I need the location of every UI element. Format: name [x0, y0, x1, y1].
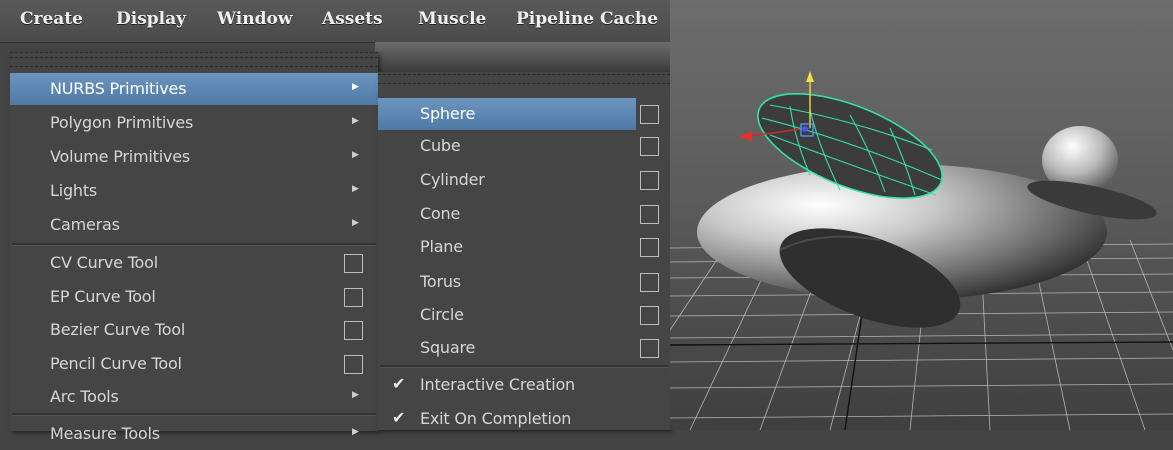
menu-item-label: Polygon Primitives [50, 113, 194, 132]
menu-item-nurbs-primitives[interactable]: NURBS Primitives ▶ [10, 73, 378, 105]
submenu-arrow-icon: ▶ [352, 218, 359, 228]
toolbar-strip [375, 42, 670, 72]
option-box-icon[interactable] [640, 171, 659, 190]
menu-item-label: Volume Primitives [50, 147, 190, 166]
submenu-item-label: Square [420, 338, 476, 357]
grid-axis-x [670, 341, 1173, 346]
menu-item-label: Pencil Curve Tool [50, 354, 182, 373]
option-box-icon[interactable] [640, 105, 659, 124]
option-box-icon[interactable] [640, 339, 659, 358]
menu-separator [12, 243, 376, 246]
submenu-item-label: Cone [420, 204, 461, 223]
option-box-icon[interactable] [640, 238, 659, 257]
y-axis-arrow-icon [806, 71, 814, 82]
submenu-item-sphere[interactable]: Sphere [378, 98, 636, 130]
menu-muscle[interactable]: Muscle [418, 9, 486, 29]
submenu-item-label: Sphere [420, 104, 476, 123]
menu-item-volume-primitives[interactable]: Volume Primitives ▶ [10, 141, 378, 173]
checkmark-icon: ✔ [392, 374, 406, 393]
menu-separator [12, 413, 376, 416]
menu-item-cameras[interactable]: Cameras ▶ [10, 209, 378, 241]
option-box-icon[interactable] [344, 288, 363, 307]
submenu-item-label: Cube [420, 136, 461, 155]
submenu-item-label: Cylinder [420, 170, 485, 189]
toggle-interactive-creation[interactable]: ✔ Interactive Creation [378, 369, 670, 401]
3d-viewport[interactable] [670, 0, 1173, 430]
x-axis-arrow-icon [738, 131, 752, 141]
submenu-arrow-icon: ▶ [352, 116, 359, 126]
submenu-arrow-icon: ▶ [352, 150, 359, 160]
submenu-arrow-icon: ▶ [352, 427, 359, 437]
menu-item-measure-tools[interactable]: Measure Tools ▶ [10, 418, 378, 450]
tearoff-bar[interactable] [378, 74, 670, 84]
menu-item-label: Measure Tools [50, 424, 160, 443]
menu-display[interactable]: Display [116, 9, 186, 29]
menu-assets[interactable]: Assets [322, 9, 383, 29]
menu-item-pencil-curve-tool[interactable]: Pencil Curve Tool [10, 348, 378, 380]
option-box-icon[interactable] [640, 273, 659, 292]
menu-item-label: Arc Tools [50, 387, 119, 406]
nurbs-primitives-submenu: Sphere Cube Cylinder Cone Plane Torus Ci… [378, 72, 670, 430]
submenu-item-label: Plane [420, 237, 463, 256]
submenu-item-cone[interactable]: Cone [378, 198, 670, 230]
menu-item-label: EP Curve Tool [50, 287, 156, 306]
menu-item-label: CV Curve Tool [50, 253, 158, 272]
submenu-arrow-icon: ▶ [352, 184, 359, 194]
menu-item-cv-curve-tool[interactable]: CV Curve Tool [10, 247, 378, 279]
submenu-item-circle[interactable]: Circle [378, 299, 670, 331]
menu-separator [380, 365, 668, 368]
option-box-icon[interactable] [344, 254, 363, 273]
option-box-icon[interactable] [640, 205, 659, 224]
menu-window[interactable]: Window [217, 9, 292, 29]
submenu-arrow-icon: ▶ [352, 82, 359, 92]
menu-item-ep-curve-tool[interactable]: EP Curve Tool [10, 281, 378, 313]
tearoff-bar[interactable] [10, 57, 378, 67]
toggle-label: Exit On Completion [420, 409, 572, 428]
menu-item-polygon-primitives[interactable]: Polygon Primitives ▶ [10, 107, 378, 139]
submenu-item-torus[interactable]: Torus [378, 266, 670, 298]
submenu-arrow-icon: ▶ [352, 390, 359, 400]
menu-item-label: Bezier Curve Tool [50, 320, 186, 339]
submenu-item-label: Torus [420, 272, 461, 291]
create-menu: NURBS Primitives ▶ Polygon Primitives ▶ … [10, 52, 378, 443]
menu-item-label: NURBS Primitives [50, 79, 187, 98]
toggle-label: Interactive Creation [420, 375, 575, 394]
menu-item-label: Cameras [50, 215, 120, 234]
submenu-item-cylinder[interactable]: Cylinder [378, 164, 670, 196]
menu-create[interactable]: Create [20, 9, 83, 29]
viewport-scene [670, 71, 1173, 430]
submenu-item-label: Circle [420, 305, 464, 324]
menu-item-arc-tools[interactable]: Arc Tools ▶ [10, 381, 378, 413]
submenu-item-cube[interactable]: Cube [378, 130, 670, 162]
toggle-exit-on-completion[interactable]: ✔ Exit On Completion [378, 403, 670, 435]
option-box-icon[interactable] [344, 321, 363, 340]
checkmark-icon: ✔ [392, 408, 406, 427]
menu-item-label: Lights [50, 181, 98, 200]
option-box-icon[interactable] [344, 355, 363, 374]
menubar: Create Display Window Assets Muscle Pipe… [0, 0, 670, 43]
option-box-icon[interactable] [640, 306, 659, 325]
submenu-item-plane[interactable]: Plane [378, 231, 670, 263]
menu-pipeline-cache[interactable]: Pipeline Cache [516, 9, 658, 29]
menu-item-bezier-curve-tool[interactable]: Bezier Curve Tool [10, 314, 378, 346]
menu-item-lights[interactable]: Lights ▶ [10, 175, 378, 207]
option-box-icon[interactable] [640, 137, 659, 156]
submenu-item-square[interactable]: Square [378, 332, 670, 364]
